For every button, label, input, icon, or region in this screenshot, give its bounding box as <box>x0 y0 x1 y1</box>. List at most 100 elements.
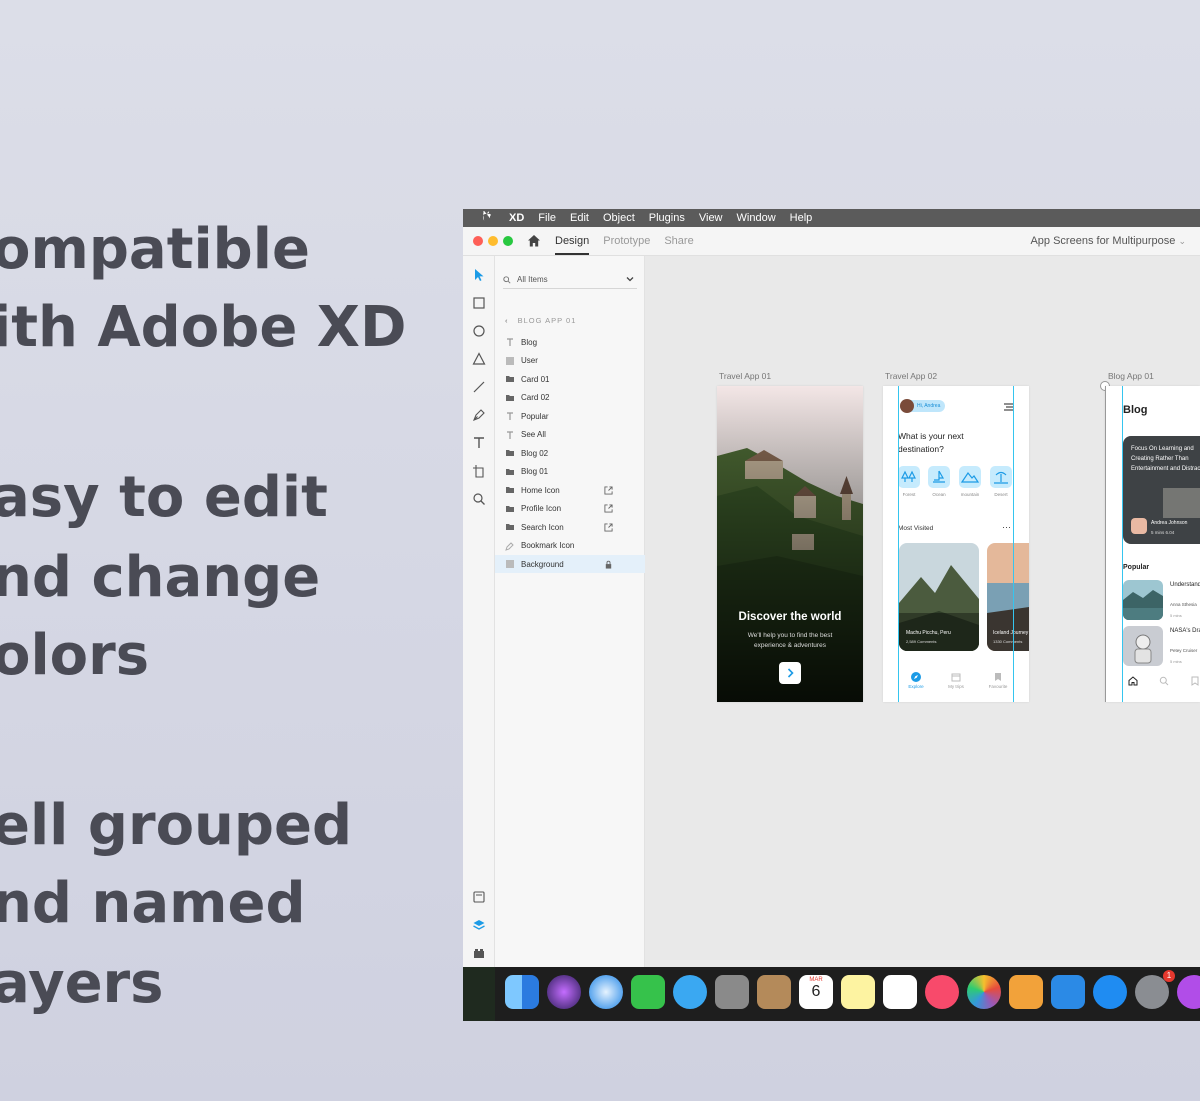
close-window-button[interactable] <box>473 236 483 246</box>
compass-icon[interactable] <box>911 672 921 682</box>
rectangle-tool-icon[interactable] <box>472 296 486 310</box>
layer-item[interactable]: See All <box>495 426 645 444</box>
layer-item[interactable]: User <box>495 352 645 370</box>
photos-icon[interactable] <box>967 975 1001 1009</box>
place-card[interactable]: Machu Picchu, Peru 2,589 Comments <box>899 543 979 651</box>
ellipse-tool-icon[interactable] <box>472 324 486 338</box>
menu-help[interactable]: Help <box>790 212 813 224</box>
component-link-icon[interactable] <box>604 504 613 513</box>
messages-icon[interactable] <box>673 975 707 1009</box>
design-canvas[interactable]: Travel App 01 Discover the world We'll h… <box>645 256 1200 967</box>
layers-filter-dropdown[interactable]: All Items <box>503 271 637 289</box>
search-icon[interactable] <box>1159 676 1169 686</box>
reminders-icon[interactable] <box>883 975 917 1009</box>
post-title[interactable]: NASA's Dragon Mission To <box>1170 626 1200 636</box>
tab-share[interactable]: Share <box>664 235 693 247</box>
component-link-icon[interactable] <box>604 485 613 495</box>
line-tool-icon[interactable] <box>472 380 486 394</box>
app-store-icon[interactable] <box>1093 975 1127 1009</box>
plugins-panel-icon[interactable] <box>472 946 486 960</box>
apple-icon[interactable] <box>479 209 495 225</box>
text-tool-icon[interactable] <box>472 436 486 450</box>
podcasts-icon[interactable] <box>1177 975 1200 1009</box>
layer-item[interactable]: Blog 01 <box>495 463 645 481</box>
layer-label: See All <box>521 430 546 439</box>
layer-item[interactable]: Search Icon <box>495 518 645 536</box>
layout-guide <box>1013 386 1014 702</box>
layer-item[interactable]: Background <box>495 555 645 573</box>
layers-filter-label: All Items <box>517 275 548 284</box>
text-layer-icon <box>507 338 513 346</box>
finder-icon[interactable] <box>505 975 539 1009</box>
layer-label: Popular <box>521 411 549 421</box>
category-forest-button[interactable] <box>898 466 920 488</box>
document-title-dropdown[interactable]: App Screens for Multipurpose ⌄ <box>1030 235 1186 247</box>
menu-plugins[interactable]: Plugins <box>649 212 685 224</box>
safari-icon[interactable] <box>589 975 623 1009</box>
folder-icon <box>506 376 514 382</box>
place-card[interactable]: Iceland Journey 1330 Comments <box>987 543 1029 651</box>
facetime-icon[interactable] <box>631 975 665 1009</box>
zoom-window-button[interactable] <box>503 236 513 246</box>
music-icon[interactable] <box>925 975 959 1009</box>
category-desert-button[interactable] <box>990 466 1012 488</box>
menu-edit[interactable]: Edit <box>570 212 589 224</box>
popular-heading: Popular <box>1123 564 1150 571</box>
artboard-travel-app-02[interactable]: Hi, Andrea What is your next destination… <box>883 386 1029 702</box>
polygon-tool-icon[interactable] <box>472 352 486 366</box>
tab-prototype[interactable]: Prototype <box>603 235 650 247</box>
contacts-icon[interactable] <box>757 975 791 1009</box>
menu-app-name[interactable]: XD <box>509 212 524 224</box>
layer-item[interactable]: Home Icon <box>495 481 645 499</box>
hero-subtitle-line-2: experience & adventures <box>754 642 826 649</box>
menu-object[interactable]: Object <box>603 212 635 224</box>
home-icon[interactable] <box>1128 676 1138 686</box>
pen-tool-icon[interactable] <box>472 408 486 422</box>
post-author: Anna Sthesia <box>1170 602 1197 607</box>
layer-item[interactable]: Card 01 <box>495 370 645 388</box>
post-title[interactable]: Understanding Climate Change <box>1170 580 1200 590</box>
menu-view[interactable]: View <box>699 212 723 224</box>
layers-panel-icon[interactable] <box>472 918 486 932</box>
menu-file[interactable]: File <box>538 212 556 224</box>
bookmark-icon[interactable] <box>993 672 1003 682</box>
artboard-label[interactable]: Travel App 01 <box>719 371 771 381</box>
artboard-label[interactable]: Blog App 01 <box>1108 371 1154 381</box>
calendar-icon[interactable] <box>951 672 961 682</box>
boat-icon <box>933 470 945 483</box>
home-icon[interactable] <box>527 234 541 248</box>
category-mountain-button[interactable] <box>959 466 981 488</box>
assets-panel-icon[interactable] <box>472 890 486 904</box>
bookmark-icon[interactable] <box>1190 676 1200 686</box>
select-tool-icon[interactable] <box>472 268 486 282</box>
keynote-icon[interactable] <box>1051 975 1085 1009</box>
xd-window: XD File Edit Object Plugins View Window … <box>463 209 1200 1021</box>
notes-icon[interactable] <box>841 975 875 1009</box>
artboard-travel-app-01[interactable]: Discover the world We'll help you to fin… <box>717 386 863 702</box>
featured-blog-card[interactable]: Focus On Learning and Creating Rather Th… <box>1123 436 1200 544</box>
category-ocean-button[interactable] <box>928 466 950 488</box>
artboard-label[interactable]: Travel App 02 <box>885 371 937 381</box>
layer-item[interactable]: Blog 02 <box>495 444 645 462</box>
more-options-icon[interactable]: ··· <box>1002 522 1011 532</box>
minimize-window-button[interactable] <box>488 236 498 246</box>
layer-item[interactable]: Popular <box>495 407 645 425</box>
layers-breadcrumb[interactable]: ‹ BLOG APP 01 <box>505 316 576 325</box>
layer-item[interactable]: Card 02 <box>495 389 645 407</box>
layer-item[interactable]: Bookmark Icon <box>495 537 645 555</box>
category-label: mountain <box>960 492 980 497</box>
component-link-icon[interactable] <box>604 522 613 532</box>
artboard-blog-app-01[interactable]: Blog Focus On Learning and Creating Rath… <box>1105 386 1200 702</box>
lock-icon[interactable] <box>604 560 613 569</box>
tab-design[interactable]: Design <box>555 235 590 255</box>
artboard-tool-icon[interactable] <box>472 464 486 478</box>
calculator-icon[interactable] <box>715 975 749 1009</box>
layer-item[interactable]: Blog <box>495 333 645 351</box>
layer-item[interactable]: Profile Icon <box>495 500 645 518</box>
calendar-icon[interactable]: MAR 6 <box>799 975 833 1009</box>
zoom-tool-icon[interactable] <box>472 492 486 506</box>
next-button[interactable] <box>779 662 801 684</box>
siri-icon[interactable] <box>547 975 581 1009</box>
menu-window[interactable]: Window <box>737 212 776 224</box>
pages-icon[interactable] <box>1009 975 1043 1009</box>
